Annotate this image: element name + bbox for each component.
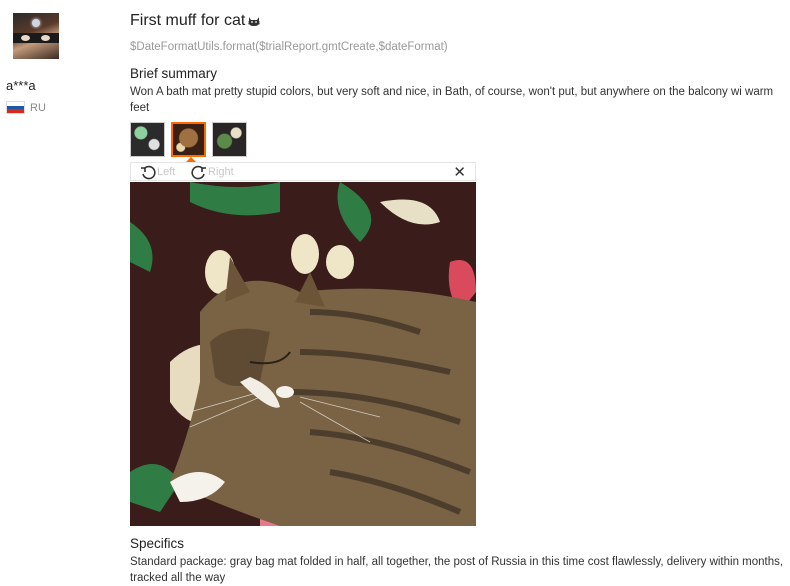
- photo-thumbnail-active[interactable]: [171, 122, 206, 157]
- rotate-right-button[interactable]: Right: [191, 164, 234, 180]
- rotate-left-label: Left: [157, 166, 176, 178]
- avatar-jewel: [32, 19, 40, 27]
- reviewer-name: a***a: [6, 78, 36, 93]
- close-viewer-button[interactable]: ✕: [453, 163, 466, 181]
- specifics-heading: Specifics: [130, 536, 185, 551]
- reviewer-avatar: [13, 13, 59, 59]
- rotate-right-icon: [191, 165, 206, 180]
- photo-thumbnail[interactable]: [212, 122, 247, 157]
- avatar-eye: [41, 35, 50, 41]
- rotate-left-button[interactable]: Left: [140, 164, 175, 180]
- rotate-left-icon: [141, 165, 156, 180]
- enlarged-review-photo: [130, 182, 476, 526]
- reviewer-country: RU: [6, 101, 46, 114]
- brief-summary-text: Won A bath mat pretty stupid colors, but…: [130, 86, 774, 114]
- cat-emoji-icon: [248, 17, 261, 26]
- specifics-text: Standard package: gray bag mat folded in…: [130, 556, 784, 584]
- review-title-text: First muff for cat: [130, 12, 246, 29]
- photo-viewer-toolbar: Left Right ✕: [130, 162, 476, 181]
- photo-thumbnail[interactable]: [130, 122, 165, 157]
- review-title: First muff for cat: [130, 12, 261, 30]
- avatar-face-band: [13, 33, 59, 43]
- cat-photo: [130, 182, 476, 526]
- russia-flag-icon: [6, 101, 25, 114]
- country-code: RU: [30, 101, 46, 114]
- avatar-eye: [21, 35, 30, 41]
- rotate-right-label: Right: [208, 166, 234, 178]
- review-date: $DateFormatUtils.format($trialReport.gmt…: [130, 41, 448, 53]
- photo-thumbnails: [130, 122, 247, 157]
- brief-summary-heading: Brief summary: [130, 66, 218, 81]
